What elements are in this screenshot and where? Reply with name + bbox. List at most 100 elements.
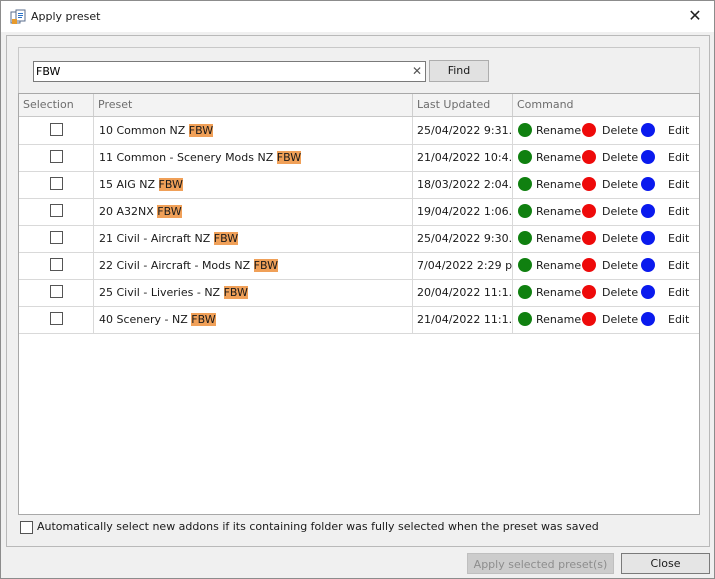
- edit-button[interactable]: Edit: [668, 144, 689, 171]
- close-button[interactable]: Close: [621, 553, 710, 574]
- edit-icon[interactable]: [641, 312, 655, 326]
- preset-name: 15 AIG NZ: [99, 178, 159, 191]
- delete-icon[interactable]: [582, 177, 596, 191]
- select-checkbox[interactable]: [50, 204, 63, 217]
- search-match-highlight: FBW: [158, 178, 183, 191]
- rename-icon[interactable]: [518, 204, 532, 218]
- rename-button[interactable]: Rename: [536, 306, 581, 333]
- select-checkbox[interactable]: [50, 123, 63, 136]
- content-frame: ✕ Find Selection Preset Last Updated Com…: [6, 35, 710, 547]
- rename-icon[interactable]: [518, 123, 532, 137]
- table-row[interactable]: 22 Civil - Aircraft - Mods NZ FBW 7/04/20…: [19, 252, 699, 280]
- selection-cell: [19, 198, 94, 225]
- delete-button[interactable]: Delete: [602, 279, 638, 306]
- edit-icon[interactable]: [641, 204, 655, 218]
- edit-button[interactable]: Edit: [668, 117, 689, 144]
- column-header-preset[interactable]: Preset: [94, 94, 413, 116]
- command-cell: Rename Delete Edit: [513, 171, 699, 198]
- table-row[interactable]: 40 Scenery - NZ FBW 21/04/2022 11:1... Ren…: [19, 306, 699, 334]
- rename-icon[interactable]: [518, 258, 532, 272]
- apply-selected-presets-button[interactable]: Apply selected preset(s): [467, 553, 614, 574]
- edit-button[interactable]: Edit: [668, 306, 689, 333]
- delete-button[interactable]: Delete: [602, 144, 638, 171]
- edit-icon[interactable]: [641, 177, 655, 191]
- rename-button[interactable]: Rename: [536, 144, 581, 171]
- select-checkbox[interactable]: [50, 258, 63, 271]
- delete-button[interactable]: Delete: [602, 306, 638, 333]
- column-header-selection[interactable]: Selection: [19, 94, 94, 116]
- rename-button[interactable]: Rename: [536, 225, 581, 252]
- rename-icon[interactable]: [518, 177, 532, 191]
- edit-button[interactable]: Edit: [668, 198, 689, 225]
- table-row[interactable]: 20 A32NX FBW 19/04/2022 1:06... Rename Dele…: [19, 198, 699, 226]
- rename-icon[interactable]: [518, 285, 532, 299]
- delete-icon[interactable]: [582, 150, 596, 164]
- table-row[interactable]: 25 Civil - Liveries - NZ FBW 20/04/2022 1…: [19, 279, 699, 307]
- delete-icon[interactable]: [582, 258, 596, 272]
- delete-button[interactable]: Delete: [602, 225, 638, 252]
- preset-name: 11 Common - Scenery Mods NZ: [99, 151, 277, 164]
- last-updated-cell: 20/04/2022 11:1...: [413, 279, 513, 306]
- search-match-highlight: FBW: [157, 205, 182, 218]
- table-row[interactable]: 15 AIG NZ FBW 18/03/2022 2:04... Rename Del…: [19, 171, 699, 199]
- search-match-highlight: FBW: [223, 286, 248, 299]
- rename-button[interactable]: Rename: [536, 252, 581, 279]
- preset-cell: 21 Civil - Aircraft NZ FBW: [94, 225, 413, 252]
- table-row[interactable]: 11 Common - Scenery Mods NZ FBW 21/04/202…: [19, 144, 699, 172]
- search-field[interactable]: ✕: [33, 61, 426, 82]
- rename-button[interactable]: Rename: [536, 171, 581, 198]
- preset-cell: 22 Civil - Aircraft - Mods NZ FBW: [94, 252, 413, 279]
- preset-cell: 40 Scenery - NZ FBW: [94, 306, 413, 333]
- table-row[interactable]: 10 Common NZ FBW 25/04/2022 9:31... Rename…: [19, 117, 699, 145]
- rename-icon[interactable]: [518, 231, 532, 245]
- command-cell: Rename Delete Edit: [513, 252, 699, 279]
- select-checkbox[interactable]: [50, 150, 63, 163]
- selection-cell: [19, 144, 94, 171]
- delete-icon[interactable]: [582, 285, 596, 299]
- rename-icon[interactable]: [518, 312, 532, 326]
- rename-icon[interactable]: [518, 150, 532, 164]
- auto-select-checkbox[interactable]: [20, 521, 33, 534]
- command-cell: Rename Delete Edit: [513, 198, 699, 225]
- delete-icon[interactable]: [582, 231, 596, 245]
- last-updated-cell: 21/04/2022 10:4...: [413, 144, 513, 171]
- close-icon[interactable]: ✕: [686, 7, 704, 25]
- delete-button[interactable]: Delete: [602, 171, 638, 198]
- preset-cell: 10 Common NZ FBW: [94, 117, 413, 144]
- last-updated-cell: 21/04/2022 11:1...: [413, 306, 513, 333]
- edit-icon[interactable]: [641, 123, 655, 137]
- preset-cell: 20 A32NX FBW: [94, 198, 413, 225]
- select-checkbox[interactable]: [50, 312, 63, 325]
- select-checkbox[interactable]: [50, 177, 63, 190]
- edit-icon[interactable]: [641, 150, 655, 164]
- column-header-last-updated[interactable]: Last Updated: [413, 94, 513, 116]
- edit-button[interactable]: Edit: [668, 279, 689, 306]
- column-header-command[interactable]: Command: [513, 94, 699, 116]
- presets-grid: Selection Preset Last Updated Command 10…: [18, 93, 700, 515]
- edit-icon[interactable]: [641, 231, 655, 245]
- edit-icon[interactable]: [641, 285, 655, 299]
- delete-icon[interactable]: [582, 123, 596, 137]
- preset-name: 21 Civil - Aircraft NZ: [99, 232, 214, 245]
- delete-button[interactable]: Delete: [602, 252, 638, 279]
- rename-button[interactable]: Rename: [536, 279, 581, 306]
- edit-icon[interactable]: [641, 258, 655, 272]
- edit-button[interactable]: Edit: [668, 171, 689, 198]
- rename-button[interactable]: Rename: [536, 198, 581, 225]
- rename-button[interactable]: Rename: [536, 117, 581, 144]
- delete-button[interactable]: Delete: [602, 198, 638, 225]
- edit-button[interactable]: Edit: [668, 225, 689, 252]
- select-checkbox[interactable]: [50, 285, 63, 298]
- delete-icon[interactable]: [582, 312, 596, 326]
- delete-button[interactable]: Delete: [602, 117, 638, 144]
- preset-name: 10 Common NZ: [99, 124, 189, 137]
- table-row[interactable]: 21 Civil - Aircraft NZ FBW 25/04/2022 9:3…: [19, 225, 699, 253]
- command-cell: Rename Delete Edit: [513, 117, 699, 144]
- edit-button[interactable]: Edit: [668, 252, 689, 279]
- delete-icon[interactable]: [582, 204, 596, 218]
- clear-search-icon[interactable]: ✕: [412, 63, 422, 79]
- select-checkbox[interactable]: [50, 231, 63, 244]
- preset-name: 25 Civil - Liveries - NZ: [99, 286, 224, 299]
- search-input[interactable]: [36, 63, 406, 79]
- find-button[interactable]: Find: [429, 60, 489, 82]
